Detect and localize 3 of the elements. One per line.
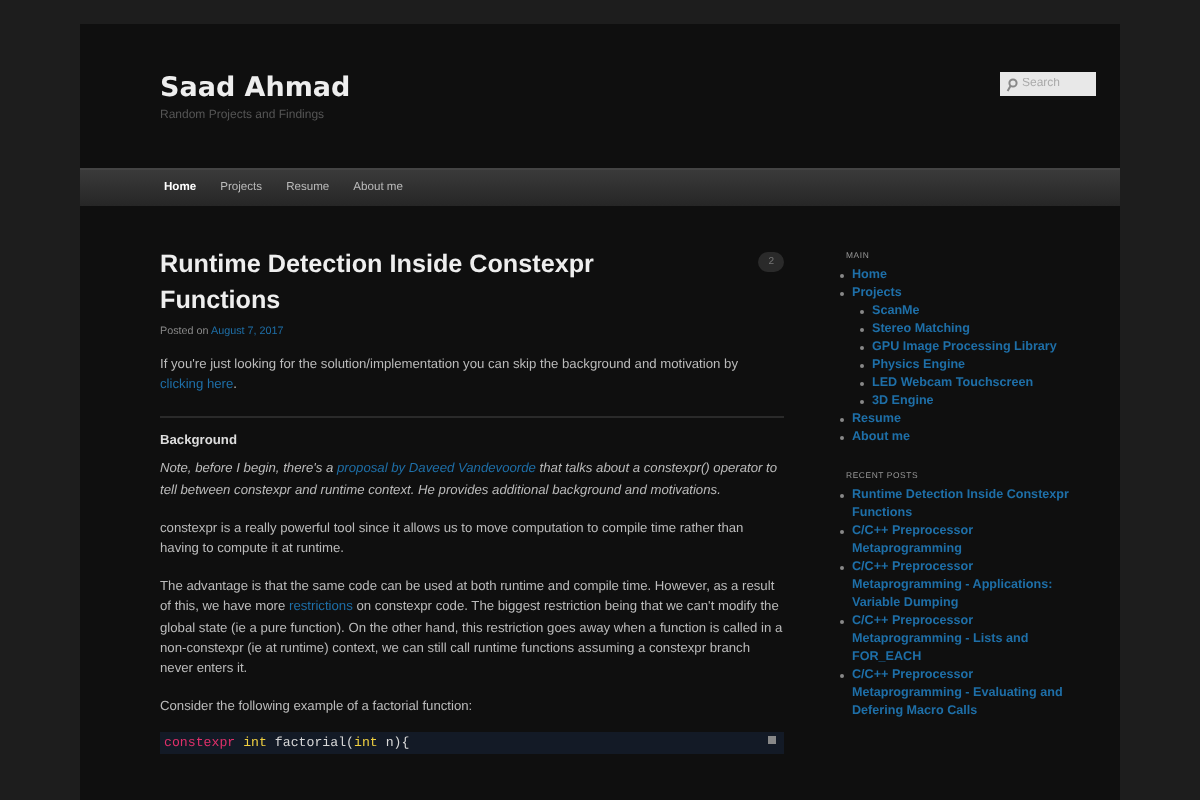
post-title[interactable]: Runtime Detection Inside Constexpr Functions [160,246,700,318]
search-icon [1006,77,1018,91]
site-title[interactable]: Saad Ahmad [160,72,351,104]
